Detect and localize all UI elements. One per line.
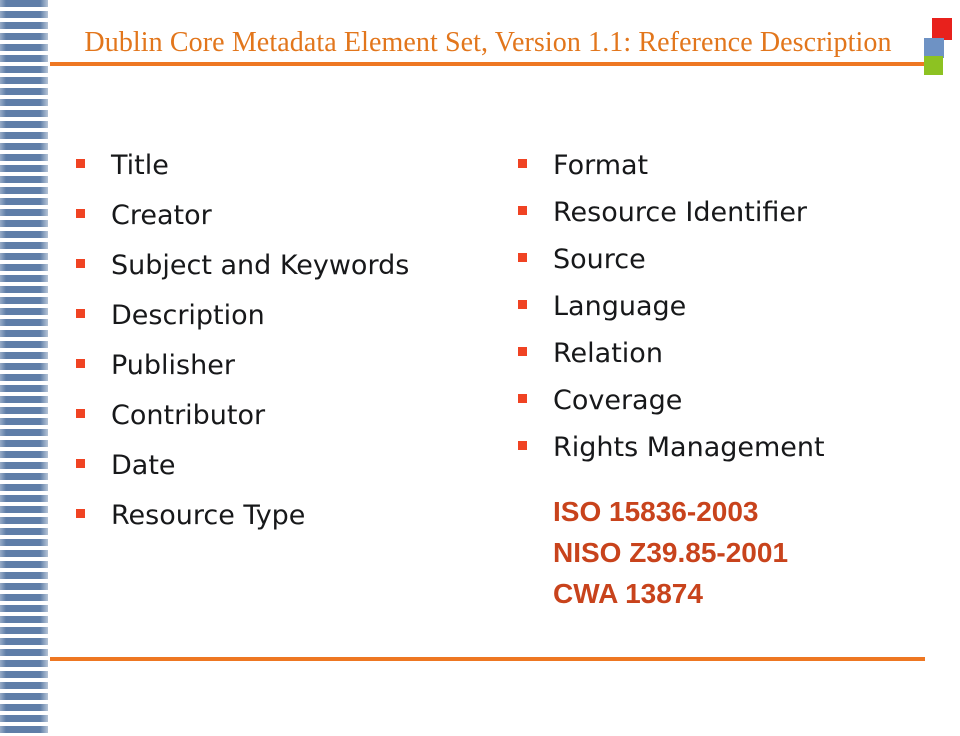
bullet-square-icon bbox=[76, 259, 85, 268]
list-item-label: Creator bbox=[111, 200, 212, 231]
list-item: Language bbox=[518, 291, 918, 322]
list-item-label: Date bbox=[111, 450, 176, 481]
bullet-square-icon bbox=[518, 253, 527, 262]
red-square-icon bbox=[932, 18, 952, 40]
list-item: Title bbox=[76, 150, 496, 181]
bullet-square-icon bbox=[518, 159, 527, 168]
list-item-label: Resource Identifier bbox=[553, 197, 808, 228]
list-item-label: Language bbox=[553, 291, 687, 322]
list-item: Format bbox=[518, 150, 918, 181]
list-item-label: Resource Type bbox=[111, 500, 306, 531]
bullet-square-icon bbox=[518, 394, 527, 403]
list-item-label: Subject and Keywords bbox=[111, 250, 410, 281]
standards-block: ISO 15836-2003 NISO Z39.85-2001 CWA 1387… bbox=[553, 491, 918, 614]
right-column: Format Resource Identifier Source Langua… bbox=[518, 150, 918, 614]
list-item-label: Coverage bbox=[553, 385, 683, 416]
list-item-label: Contributor bbox=[111, 400, 266, 431]
list-item-label: Title bbox=[111, 150, 169, 181]
list-item-label: Publisher bbox=[111, 350, 235, 381]
list-item: Contributor bbox=[76, 400, 496, 431]
bullet-square-icon bbox=[76, 409, 85, 418]
header-divider-rule bbox=[50, 62, 925, 66]
bullet-square-icon bbox=[518, 206, 527, 215]
bullet-square-icon bbox=[76, 359, 85, 368]
content-area: Title Creator Subject and Keywords Descr… bbox=[48, 150, 928, 650]
bullet-square-icon bbox=[518, 300, 527, 309]
list-item: Rights Management bbox=[518, 432, 918, 463]
left-element-list: Title Creator Subject and Keywords Descr… bbox=[76, 150, 496, 531]
bullet-square-icon bbox=[76, 209, 85, 218]
title-area: Dublin Core Metadata Element Set, Versio… bbox=[48, 20, 928, 66]
side-band-fade bbox=[0, 0, 48, 736]
list-item: Source bbox=[518, 244, 918, 275]
bullet-square-icon bbox=[76, 459, 85, 468]
list-item-label: Source bbox=[553, 244, 646, 275]
list-item-label: Description bbox=[111, 300, 265, 331]
left-column: Title Creator Subject and Keywords Descr… bbox=[76, 150, 496, 550]
list-item: Resource Identifier bbox=[518, 197, 918, 228]
list-item-label: Relation bbox=[553, 338, 663, 369]
bullet-square-icon bbox=[76, 509, 85, 518]
green-square-icon bbox=[924, 56, 943, 75]
list-item: Description bbox=[76, 300, 496, 331]
side-band-decoration bbox=[0, 0, 48, 736]
list-item-label: Rights Management bbox=[553, 432, 825, 463]
page-title: Dublin Core Metadata Element Set, Versio… bbox=[84, 26, 892, 58]
standard-line: NISO Z39.85-2001 bbox=[553, 537, 789, 569]
right-element-list: Format Resource Identifier Source Langua… bbox=[518, 150, 918, 463]
list-item-label: Format bbox=[553, 150, 649, 181]
bullet-square-icon bbox=[518, 441, 527, 450]
standard-line: CWA 13874 bbox=[553, 578, 703, 610]
slide-canvas: Dublin Core Metadata Element Set, Versio… bbox=[0, 0, 960, 736]
list-item: Resource Type bbox=[76, 500, 496, 531]
footer-divider-rule bbox=[50, 657, 925, 661]
list-item: Date bbox=[76, 450, 496, 481]
bullet-square-icon bbox=[76, 159, 85, 168]
list-item: Publisher bbox=[76, 350, 496, 381]
bullet-square-icon bbox=[518, 347, 527, 356]
bullet-square-icon bbox=[76, 309, 85, 318]
list-item: Coverage bbox=[518, 385, 918, 416]
blue-square-icon bbox=[924, 38, 944, 58]
list-item: Relation bbox=[518, 338, 918, 369]
standard-line: ISO 15836-2003 bbox=[553, 496, 759, 527]
list-item: Creator bbox=[76, 200, 496, 231]
list-item: Subject and Keywords bbox=[76, 250, 496, 281]
